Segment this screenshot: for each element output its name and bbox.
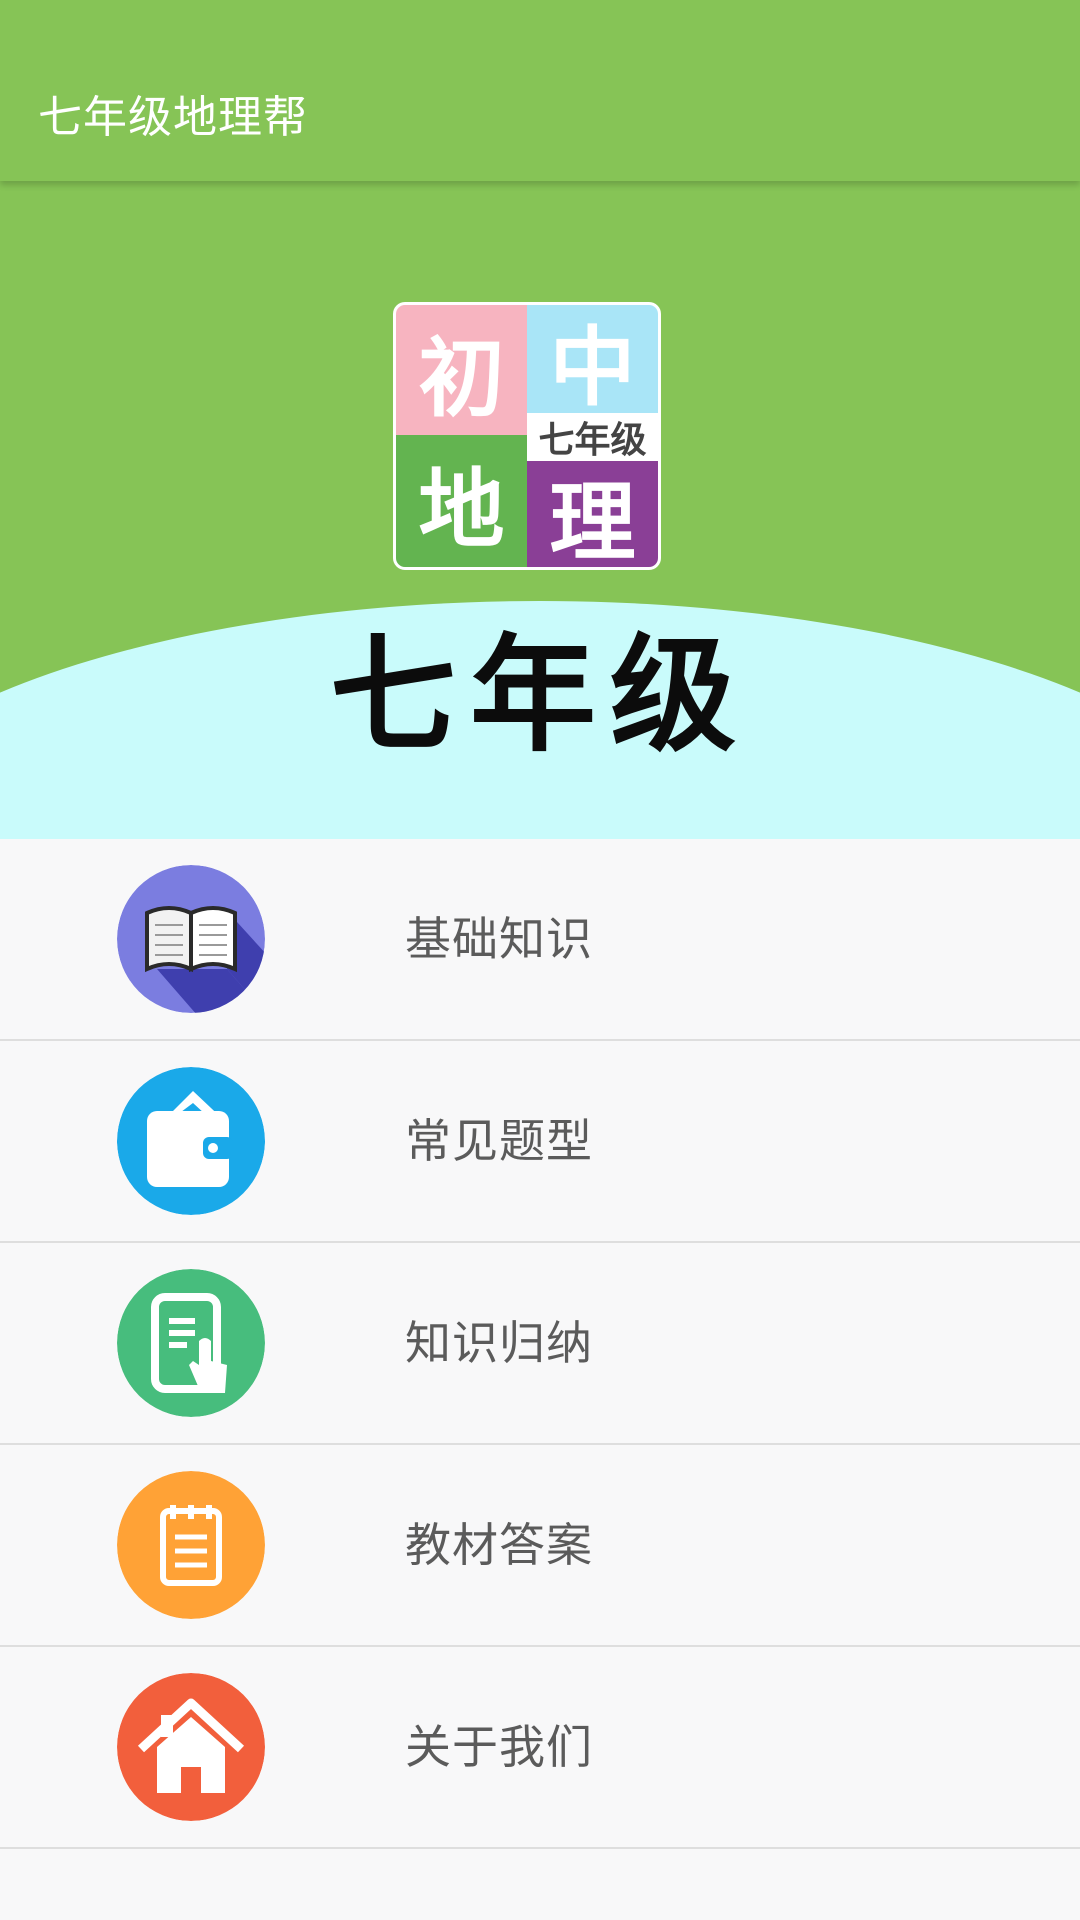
home-icon xyxy=(117,1673,265,1821)
logo-char-li: 理 xyxy=(527,461,658,567)
clipboard-icon xyxy=(117,1471,265,1619)
menu-item-textbook-answers[interactable]: 教材答案 xyxy=(0,1445,1080,1647)
logo-char-di: 地 xyxy=(396,435,527,567)
banner: 初 中 七年级 地 理 七年级 xyxy=(0,181,1080,839)
menu-item-label: 教材答案 xyxy=(405,1518,593,1572)
book-icon xyxy=(117,865,265,1013)
app-bar: 七年级地理帮 xyxy=(0,0,1080,181)
banner-grade-title: 七年级 xyxy=(330,622,750,769)
menu-item-label: 关于我们 xyxy=(405,1720,593,1774)
logo-char-chu: 初 xyxy=(396,305,527,435)
main-menu: 基础知识 常见题型 知识归纳 教材答案 关于我们 xyxy=(0,839,1080,1849)
tablet-touch-icon xyxy=(117,1269,265,1417)
menu-item-about-us[interactable]: 关于我们 xyxy=(0,1647,1080,1849)
menu-item-common-questions[interactable]: 常见题型 xyxy=(0,1041,1080,1243)
app-title: 七年级地理帮 xyxy=(38,92,308,143)
menu-item-label: 知识归纳 xyxy=(405,1316,593,1370)
menu-item-knowledge-summary[interactable]: 知识归纳 xyxy=(0,1243,1080,1445)
menu-item-label: 基础知识 xyxy=(405,912,593,966)
menu-item-basic-knowledge[interactable]: 基础知识 xyxy=(0,839,1080,1041)
wallet-icon xyxy=(117,1067,265,1215)
logo-char-zhong: 中 xyxy=(527,305,658,418)
menu-item-label: 常见题型 xyxy=(405,1114,593,1168)
app-logo: 初 中 七年级 地 理 xyxy=(393,302,661,570)
